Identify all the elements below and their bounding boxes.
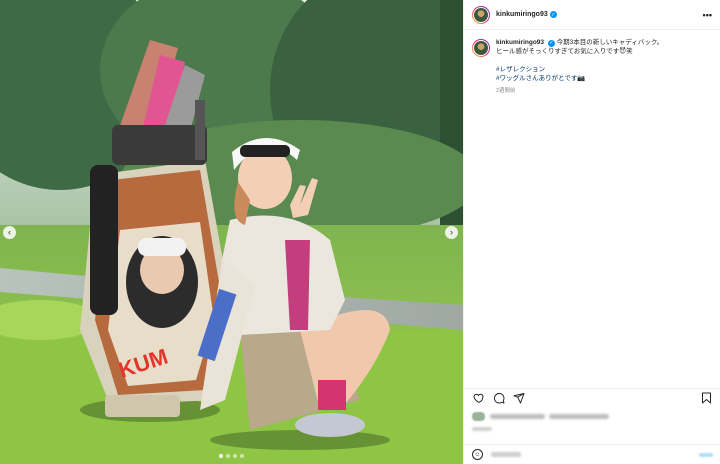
- chevron-right-icon: ›: [450, 227, 453, 237]
- liker-avatar: [472, 412, 485, 421]
- post-comment-button[interactable]: [699, 452, 713, 457]
- post-timestamp: 2週間前: [496, 88, 516, 94]
- likes-text-blurred: [490, 414, 545, 419]
- photo-scene: KUM: [0, 0, 463, 464]
- post-side-panel: kinkumiringo93 ✓ ••• kinkumiringo93 ✓ 今期…: [463, 0, 720, 464]
- next-slide-button[interactable]: ›: [445, 226, 458, 239]
- caption-line2: ヒール感がそっくりすぎてお気に入りです😈笑: [496, 48, 633, 55]
- emoji-icon[interactable]: ☺: [472, 449, 483, 460]
- previous-slide-button[interactable]: ‹: [3, 226, 16, 239]
- slide-dot: [240, 454, 244, 458]
- likes-text-blurred: [549, 414, 609, 419]
- comment-input[interactable]: [491, 452, 521, 457]
- more-horizontal-icon[interactable]: •••: [703, 10, 712, 20]
- hashtag-link[interactable]: #ワッグルさんありがとです📷: [496, 74, 712, 83]
- slide-dot: [233, 454, 237, 458]
- avatar[interactable]: [472, 5, 490, 24]
- comment-icon[interactable]: [492, 391, 506, 405]
- post-date-blurred: [472, 427, 492, 431]
- slide-dot: [219, 454, 223, 458]
- heart-icon[interactable]: [472, 391, 486, 405]
- likes-summary[interactable]: [472, 412, 609, 421]
- slide-indicator: [0, 454, 463, 458]
- post-actions-bar: [464, 388, 720, 406]
- chevron-left-icon: ‹: [8, 227, 11, 237]
- bookmark-icon[interactable]: [699, 391, 713, 405]
- post-caption: kinkumiringo93 ✓ 今期3本目の新しいキャディバック。 ヒール感が…: [464, 30, 720, 96]
- verified-badge-icon: ✓: [549, 11, 557, 18]
- author-username[interactable]: kinkumiringo93: [496, 11, 548, 18]
- slide-dot: [226, 454, 230, 458]
- verified-badge-icon: ✓: [547, 40, 555, 47]
- comment-bar: ☺: [464, 444, 720, 464]
- caption-line1: 今期3本目の新しいキャディバック。: [556, 39, 664, 46]
- hashtag-link[interactable]: #レザレクション: [496, 65, 712, 74]
- send-icon[interactable]: [512, 391, 526, 405]
- post-header: kinkumiringo93 ✓ •••: [464, 0, 720, 30]
- post-photo[interactable]: KUM ‹ ›: [0, 0, 463, 464]
- caption-avatar[interactable]: [472, 39, 490, 57]
- caption-username[interactable]: kinkumiringo93: [496, 39, 544, 46]
